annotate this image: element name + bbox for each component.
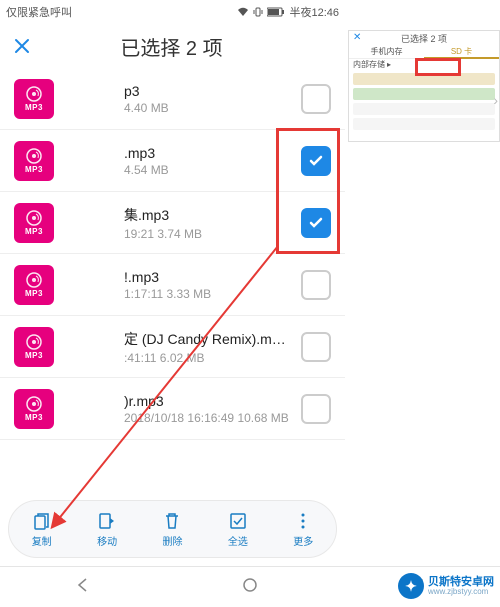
mp3-icon: MP3 [14,327,54,367]
vibrate-icon [253,7,263,17]
status-time: 半夜12:46 [289,4,339,20]
file-info: p3 4.40 MB [124,83,301,115]
file-name: 集.mp3 [124,205,301,225]
inset-thumbnail: ✕ 已选择 2 项 手机内存 SD 卡 内部存储▸ [348,30,500,142]
inset-close-icon: ✕ [353,33,363,43]
file-meta: 4.54 MB [124,163,301,177]
delete-label: 删除 [162,533,182,548]
inset-body: 内部存储▸ [349,59,499,130]
move-button[interactable]: 移动 [80,511,134,548]
file-info: )r.mp3 2018/10/18 16:16:49 10.68 MB [124,393,301,425]
nav-back-icon[interactable] [74,576,92,599]
file-info: .mp3 4.54 MB [124,145,301,177]
file-row[interactable]: MP3 !.mp3 1:17:11 3.33 MB [0,254,345,316]
brand-url: www.zjbstyy.com [428,588,494,597]
select-all-button[interactable]: 全选 [211,511,265,548]
file-name: 定 (DJ Candy Remix).m… [124,329,301,349]
more-button[interactable]: 更多 [276,511,330,548]
inset-tab-phone: 手机内存 [349,45,424,59]
file-checkbox[interactable] [301,208,331,238]
move-label: 移动 [97,533,117,548]
file-name: .mp3 [124,145,301,161]
status-left: 仅限紧急呼叫 [6,4,237,20]
battery-icon [267,7,285,17]
file-info: !.mp3 1:17:11 3.33 MB [124,269,301,301]
nav-home-icon[interactable] [241,576,259,599]
copy-label: 复制 [32,533,52,548]
title-bar: 已选择 2 项 [0,24,345,68]
file-meta: 2018/10/18 16:16:49 10.68 MB [124,411,301,425]
brand-icon: ✦ [398,573,424,599]
file-row[interactable]: MP3 )r.mp3 2018/10/18 16:16:49 10.68 MB [0,378,345,440]
file-info: 定 (DJ Candy Remix).m… :41:11 6.02 MB [124,329,301,365]
file-checkbox[interactable] [301,146,331,176]
brand-name: 贝斯特安卓网 [428,576,494,588]
delete-button[interactable]: 删除 [145,511,199,548]
mp3-icon: MP3 [14,265,54,305]
chevron-right-icon: › [493,92,498,108]
copy-button[interactable]: 复制 [15,511,69,548]
file-meta: 4.40 MB [124,101,301,115]
file-checkbox[interactable] [301,332,331,362]
mp3-icon: MP3 [14,79,54,119]
file-meta: 1:17:11 3.33 MB [124,287,301,301]
file-row[interactable]: MP3 集.mp3 19:21 3.74 MB [0,192,345,254]
file-checkbox[interactable] [301,84,331,114]
inset-tab-sd: SD 卡 [424,45,499,59]
page-title: 已选择 2 项 [10,32,333,61]
file-info: 集.mp3 19:21 3.74 MB [124,205,301,241]
file-name: !.mp3 [124,269,301,285]
more-label: 更多 [293,533,313,548]
mp3-icon: MP3 [14,389,54,429]
mp3-icon: MP3 [14,203,54,243]
status-bar: 仅限紧急呼叫 半夜12:46 [0,0,345,24]
file-row[interactable]: MP3 p3 4.40 MB [0,68,345,130]
status-right: 半夜12:46 [237,4,339,20]
file-name: )r.mp3 [124,393,301,409]
file-row[interactable]: MP3 定 (DJ Candy Remix).m… :41:11 6.02 MB [0,316,345,378]
select-all-label: 全选 [228,533,248,548]
file-row[interactable]: MP3 .mp3 4.54 MB [0,130,345,192]
file-list: MP3 p3 4.40 MB MP3 .mp3 4.54 MB MP3 集.mp3 19:21 … [0,68,345,440]
wifi-icon [237,7,249,17]
file-meta: :41:11 6.02 MB [124,351,301,365]
phone-frame: 仅限紧急呼叫 半夜12:46 已选择 2 项 MP3 p3 4.40 MB MP3 .m… [0,0,345,562]
inset-title: 已选择 2 项 [401,32,447,45]
file-checkbox[interactable] [301,270,331,300]
file-checkbox[interactable] [301,394,331,424]
inset-path: 内部存储 [353,59,385,70]
file-meta: 19:21 3.74 MB [124,227,301,241]
bottom-bar: 复制 移动 删除 全选 更多 [8,500,337,558]
mp3-icon: MP3 [14,141,54,181]
brand-logo: ✦ 贝斯特安卓网 www.zjbstyy.com [398,573,494,599]
file-name: p3 [124,83,301,99]
